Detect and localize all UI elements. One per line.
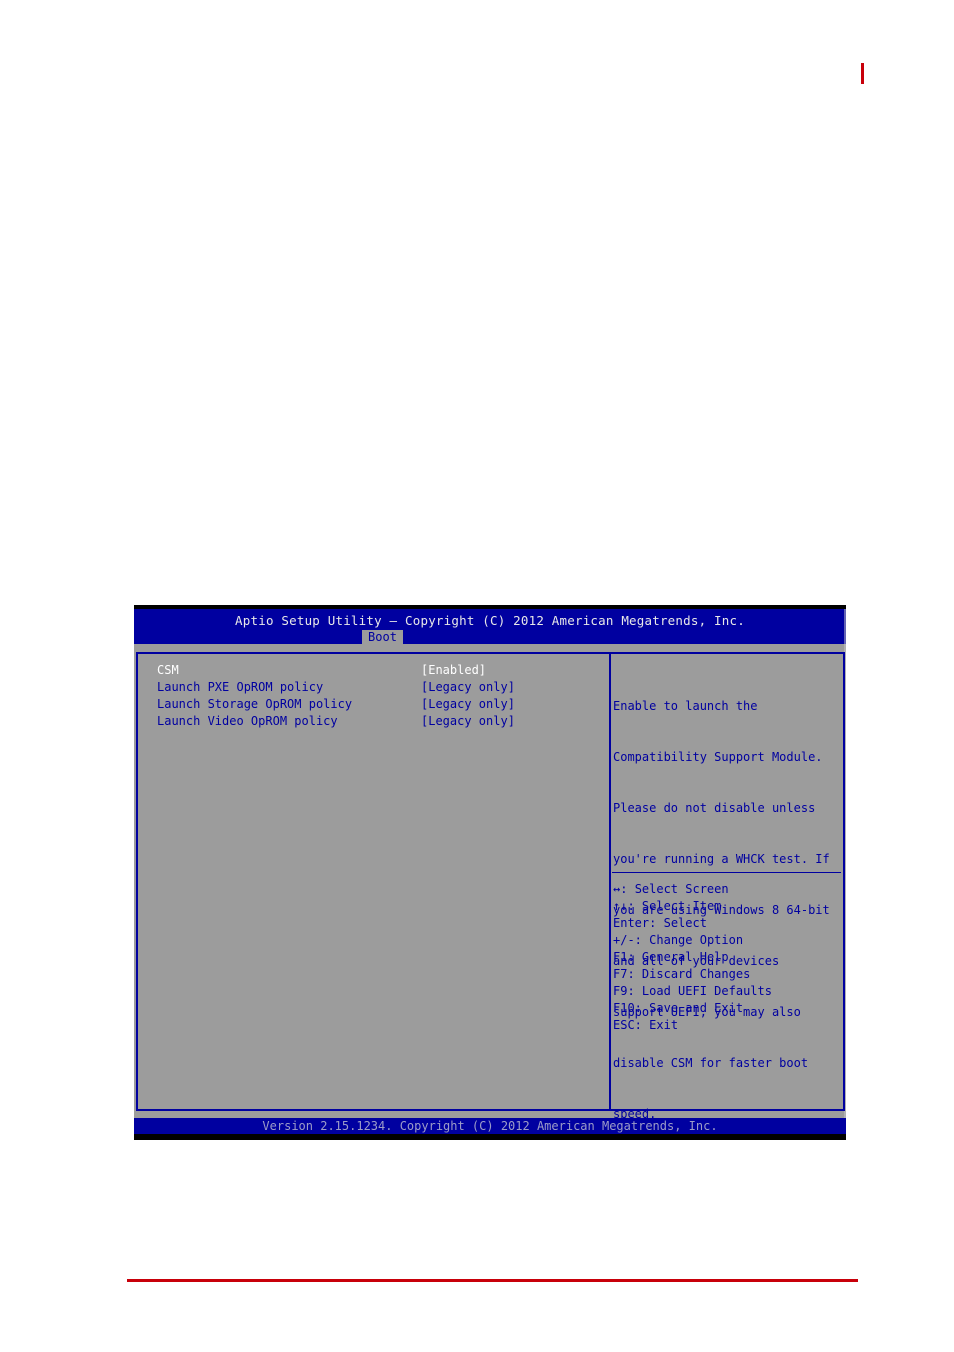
bios-footer: Version 2.15.1234. Copyright (C) 2012 Am… xyxy=(134,1118,846,1134)
key-name: F10: xyxy=(613,1001,642,1015)
key-legend-item: Enter: Select xyxy=(613,915,841,932)
key-action: Select Screen xyxy=(634,882,729,896)
key-name: F9: xyxy=(613,984,635,998)
help-line: Please do not disable unless xyxy=(613,801,816,815)
key-legend-item: ESC: Exit xyxy=(613,1017,841,1034)
key-action: Exit xyxy=(649,1018,679,1032)
footer-rule xyxy=(127,1279,858,1282)
key-action: Discard Changes xyxy=(641,967,751,981)
setting-pxe-oprom-value[interactable]: [Legacy only] xyxy=(421,679,515,696)
key-legend: ↔: Select Screen ↑↓: Select Item Enter: … xyxy=(613,881,841,1034)
version-text: Version 2.15.1234. Copyright (C) 2012 Am… xyxy=(262,1119,718,1133)
setting-video-oprom-value[interactable]: [Legacy only] xyxy=(421,713,515,730)
key-action: Change Option xyxy=(649,933,744,947)
key-action: Select Item xyxy=(641,899,722,913)
key-name: F7: xyxy=(613,967,635,981)
tab-boot[interactable]: Boot xyxy=(362,630,403,644)
key-action: Save and Exit xyxy=(649,1001,744,1015)
key-action: Select xyxy=(663,916,707,930)
help-keys-divider xyxy=(612,872,841,873)
key-name: +/-: xyxy=(613,933,642,947)
key-name: Enter: xyxy=(613,916,657,930)
setting-storage-oprom-value[interactable]: [Legacy only] xyxy=(421,696,515,713)
key-name: F1: xyxy=(613,950,635,964)
key-action: General Help xyxy=(641,950,729,964)
key-legend-item: F9: Load UEFI Defaults xyxy=(613,983,841,1000)
setting-video-oprom-label[interactable]: Launch Video OpROM policy xyxy=(157,713,338,730)
setting-csm-value[interactable]: [Enabled] xyxy=(421,662,486,679)
chapter-marker xyxy=(861,63,864,84)
key-legend-item: ↔: Select Screen xyxy=(613,881,841,898)
setting-storage-oprom-label[interactable]: Launch Storage OpROM policy xyxy=(157,696,352,713)
key-name: ESC: xyxy=(613,1018,642,1032)
key-legend-item: F1: General Help xyxy=(613,949,841,966)
setting-pxe-oprom-label[interactable]: Launch PXE OpROM policy xyxy=(157,679,323,696)
key-legend-item: F10: Save and Exit xyxy=(613,1000,841,1017)
setting-csm-label[interactable]: CSM xyxy=(157,662,179,679)
bottom-black-bar xyxy=(134,1134,846,1140)
arrows-up-down-icon: ↑↓: xyxy=(613,899,635,913)
help-line: Compatibility Support Module. xyxy=(613,750,823,764)
key-action: Load UEFI Defaults xyxy=(641,984,772,998)
bios-header: Aptio Setup Utility – Copyright (C) 2012… xyxy=(134,609,846,644)
arrows-left-right-icon: ↔: xyxy=(613,882,628,896)
key-legend-item: +/-: Change Option xyxy=(613,932,841,949)
key-legend-item: F7: Discard Changes xyxy=(613,966,841,983)
main-frame: CSM [Enabled] Launch PXE OpROM policy [L… xyxy=(136,652,845,1121)
help-line: Enable to launch the xyxy=(613,699,758,713)
help-line: you're running a WHCK test. If xyxy=(613,852,830,866)
help-line: disable CSM for faster boot xyxy=(613,1056,809,1070)
bios-title: Aptio Setup Utility – Copyright (C) 2012… xyxy=(235,613,745,628)
bios-setup-screen: Aptio Setup Utility – Copyright (C) 2012… xyxy=(134,605,846,1140)
key-legend-item: ↑↓: Select Item xyxy=(613,898,841,915)
panel-divider xyxy=(609,654,611,1109)
